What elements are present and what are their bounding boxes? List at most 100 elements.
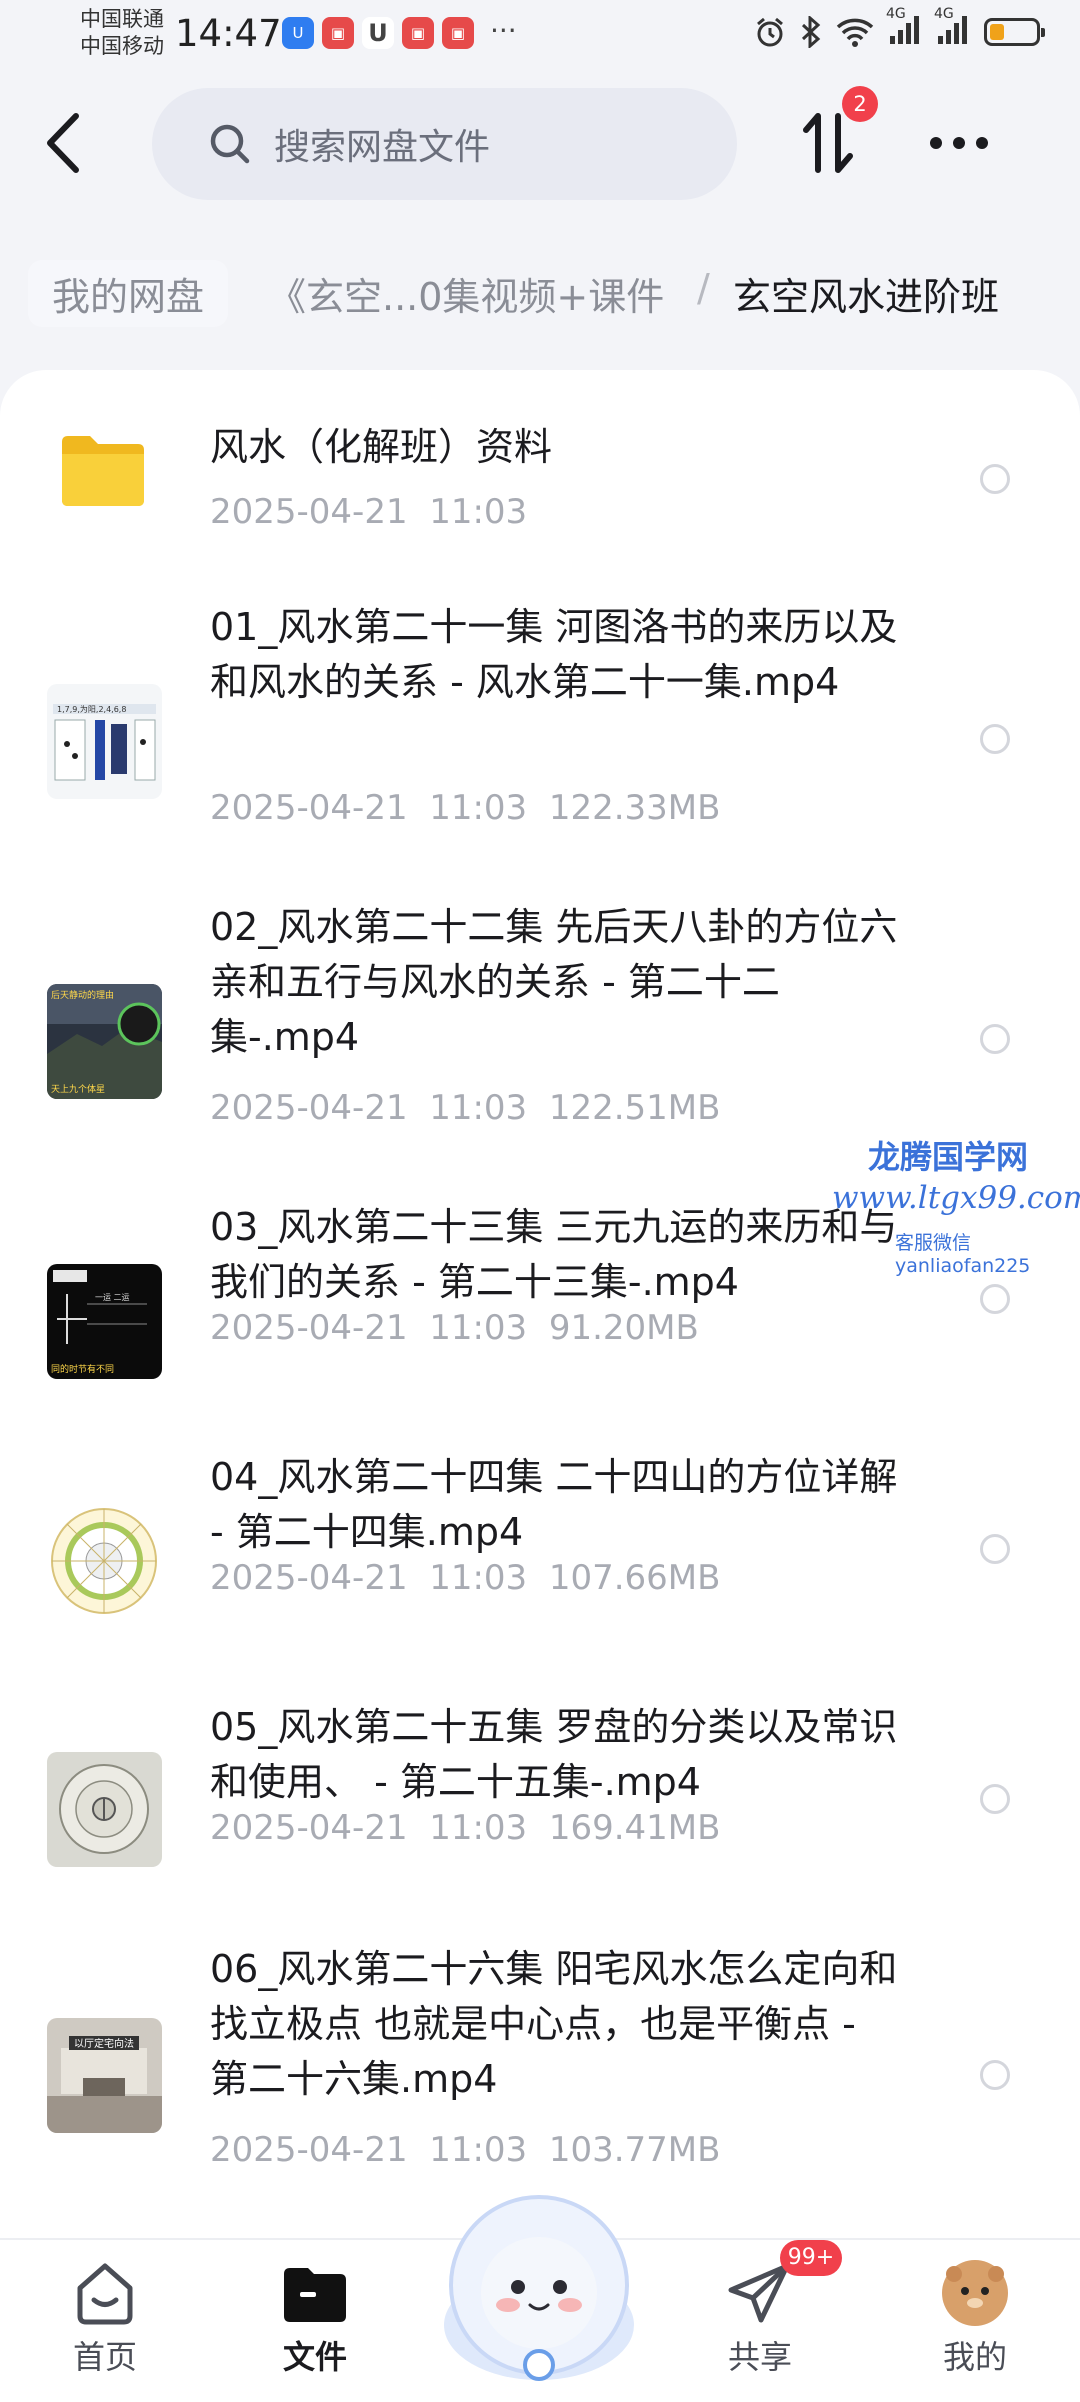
avatar bbox=[942, 2260, 1008, 2326]
nav-home-label: 首页 bbox=[72, 2338, 137, 2376]
file-size: 122.51MB bbox=[548, 1088, 721, 1128]
clock: 14:47 bbox=[175, 12, 282, 55]
alarm-icon bbox=[757, 17, 783, 47]
file-name: 01_风水第二十一集 河图洛书的来历以及和风水的关系 - 风水第二十一集.mp4 bbox=[210, 605, 898, 704]
file-meta: 2025-04-21 11:03 169.41MB bbox=[210, 1808, 720, 1848]
file-date: 2025-04-21 11:03 bbox=[210, 1808, 528, 1848]
select-radio[interactable] bbox=[980, 1284, 1010, 1314]
svg-text:天上九个体星: 天上九个体星 bbox=[51, 1083, 105, 1095]
file-meta: 2025-04-21 11:03 122.33MB bbox=[210, 788, 720, 828]
file-date: 2025-04-21 11:03 bbox=[210, 788, 528, 828]
back-button[interactable] bbox=[40, 108, 90, 178]
video-thumbnail: 1,7,9,为阳,2,4,6,8 bbox=[47, 684, 162, 799]
breadcrumb-separator: / bbox=[697, 266, 710, 310]
nav-mine-label: 我的 bbox=[942, 2338, 1007, 2376]
select-radio[interactable] bbox=[980, 1784, 1010, 1814]
file-name: 风水（化解班）资料 bbox=[210, 425, 553, 469]
share-count-badge: 99+ bbox=[780, 2240, 842, 2276]
file-name: 04_风水第二十四集 二十四山的方位详解 - 第二十四集.mp4 bbox=[210, 1455, 898, 1554]
file-list-item[interactable]: 04_风水第二十四集 二十四山的方位详解 - 第二十四集.mp4 2025-04… bbox=[0, 1410, 1080, 1660]
watermark-contact: 客服微信 yanliaofan225 bbox=[895, 1232, 1031, 1277]
svg-text:一运 二运: 一运 二运 bbox=[95, 1293, 130, 1302]
file-meta: 2025-04-21 11:03 91.20MB bbox=[210, 1308, 699, 1348]
signal-1-type: 4G bbox=[886, 6, 906, 22]
more-notifications-icon: ··· bbox=[490, 14, 517, 47]
breadcrumb-parent[interactable]: 《玄空...0集视频+课件 bbox=[268, 266, 664, 321]
file-meta: 2025-04-21 11:03 122.51MB bbox=[210, 1088, 720, 1128]
dot-icon bbox=[930, 137, 942, 149]
nav-home[interactable]: 首页 bbox=[30, 2258, 180, 2378]
carrier-1: 中国联通 bbox=[80, 7, 164, 31]
select-radio[interactable] bbox=[980, 2060, 1010, 2090]
nav-files-label: 文件 bbox=[282, 2338, 347, 2376]
svg-text:以厅定宅向法: 以厅定宅向法 bbox=[74, 2037, 134, 2050]
file-list-item[interactable]: 05_风水第二十五集 罗盘的分类以及常识和使用、 - 第二十五集-.mp4 20… bbox=[0, 1660, 1080, 1900]
mascot-icon bbox=[444, 2195, 634, 2381]
nav-files[interactable]: 文件 bbox=[240, 2258, 390, 2378]
file-date: 2025-04-21 11:03 bbox=[210, 1308, 528, 1348]
file-size: 122.33MB bbox=[548, 788, 721, 828]
nav-mine[interactable]: 我的 bbox=[900, 2258, 1050, 2378]
file-size: 107.66MB bbox=[548, 1558, 721, 1598]
file-list-item[interactable]: 风水（化解班）资料 2025-04-21 11:03 bbox=[0, 370, 1080, 560]
transfer-count-badge: 2 bbox=[842, 86, 878, 122]
file-size: 103.77MB bbox=[548, 2130, 721, 2170]
file-list-item[interactable]: 后天静动的理由 天上九个体星 02_风水第二十二集 先后天八卦的方位六亲和五行与风… bbox=[0, 870, 1080, 1160]
file-name: 02_风水第二十二集 先后天八卦的方位六亲和五行与风水的关系 - 第二十二集-.… bbox=[210, 905, 898, 1059]
file-list-item[interactable]: 1,7,9,为阳,2,4,6,8 01_风水第二十一集 河图洛书的来历以及和风水… bbox=[0, 570, 1080, 860]
file-name: 06_风水第二十六集 阳宅风水怎么定向和找立极点 也就是中心点，也是平衡点 - … bbox=[210, 1947, 898, 2101]
file-date: 2025-04-21 11:03 bbox=[210, 1558, 528, 1598]
select-radio[interactable] bbox=[980, 724, 1010, 754]
search-input[interactable]: 搜索网盘文件 bbox=[152, 88, 737, 200]
watermark-url: www.ltgx99.com bbox=[832, 1180, 1080, 1216]
video-thumbnail: 以厅定宅向法 bbox=[47, 2018, 162, 2133]
svg-text:后天静动的理由: 后天静动的理由 bbox=[51, 989, 114, 1001]
file-date: 2025-04-21 11:03 bbox=[210, 1088, 528, 1128]
file-name: 03_风水第二十三集 三元九运的来历和与我们的关系 - 第二十三集-.mp4 bbox=[210, 1205, 898, 1304]
select-radio[interactable] bbox=[980, 1024, 1010, 1054]
video-thumbnail: 后天静动的理由 天上九个体星 bbox=[47, 984, 162, 1099]
app-notification-icon: U bbox=[282, 17, 314, 49]
battery-icon bbox=[984, 18, 1045, 46]
bluetooth-icon bbox=[801, 16, 821, 48]
select-radio[interactable] bbox=[980, 1534, 1010, 1564]
video-thumbnail bbox=[47, 1752, 162, 1867]
video-thumbnail: 一运 二运同的时节有不同 bbox=[47, 1264, 162, 1379]
chevron-left-icon bbox=[47, 113, 79, 173]
folder-icon bbox=[58, 430, 148, 510]
search-icon bbox=[210, 124, 250, 164]
file-list: 风水（化解班）资料 2025-04-21 11:03 1,7,9,为阳,2,4,… bbox=[0, 370, 1080, 2240]
search-placeholder: 搜索网盘文件 bbox=[274, 127, 491, 168]
signal-2-type: 4G bbox=[934, 6, 954, 22]
nav-share[interactable]: 共享 bbox=[685, 2258, 835, 2378]
svg-text:同的时节有不同: 同的时节有不同 bbox=[51, 1363, 114, 1375]
app-notification-icon: U bbox=[362, 17, 394, 49]
folder-icon bbox=[284, 2268, 346, 2322]
svg-text:1,7,9,为阳,2,4,6,8: 1,7,9,为阳,2,4,6,8 bbox=[57, 704, 126, 714]
file-date: 2025-04-21 11:03 bbox=[210, 2130, 528, 2170]
more-options-button[interactable] bbox=[930, 128, 1000, 158]
breadcrumb-current: 玄空风水进阶班 bbox=[733, 275, 1000, 319]
file-size: 91.20MB bbox=[548, 1308, 699, 1348]
carriers: 中国联通 中国移动 bbox=[80, 6, 164, 60]
file-meta: 2025-04-21 11:03 bbox=[210, 492, 527, 532]
file-name: 05_风水第二十五集 罗盘的分类以及常识和使用、 - 第二十五集-.mp4 bbox=[210, 1705, 898, 1804]
file-date: 2025-04-21 11:03 bbox=[210, 492, 528, 532]
app-notification-icon: ▣ bbox=[322, 17, 354, 49]
wifi-icon bbox=[836, 18, 874, 47]
dot-icon bbox=[976, 137, 988, 149]
file-meta: 2025-04-21 11:03 103.77MB bbox=[210, 2130, 720, 2170]
breadcrumb: 我的网盘 《玄空...0集视频+课件 / 玄空风水进阶班 bbox=[0, 260, 1080, 332]
breadcrumb-root[interactable]: 我的网盘 bbox=[28, 260, 229, 327]
dot-icon bbox=[953, 137, 965, 149]
ai-assistant-mascot-button[interactable] bbox=[430, 2185, 648, 2390]
watermark-title: 龙腾国学网 bbox=[868, 1138, 1029, 1176]
file-list-item[interactable]: 以厅定宅向法 06_风水第二十六集 阳宅风水怎么定向和找立极点 也就是中心点，也… bbox=[0, 1900, 1080, 2220]
system-icons: 4G 4G bbox=[754, 6, 1045, 50]
status-bar: 中国联通 中国移动 14:47 U ▣ U ▣ ▣ ··· 4G 4G bbox=[0, 0, 1080, 70]
cellular-signal-1: 4G bbox=[886, 6, 922, 50]
home-icon bbox=[77, 2263, 133, 2325]
select-radio[interactable] bbox=[980, 464, 1010, 494]
file-size: 169.41MB bbox=[548, 1808, 721, 1848]
video-thumbnail bbox=[47, 1504, 162, 1619]
